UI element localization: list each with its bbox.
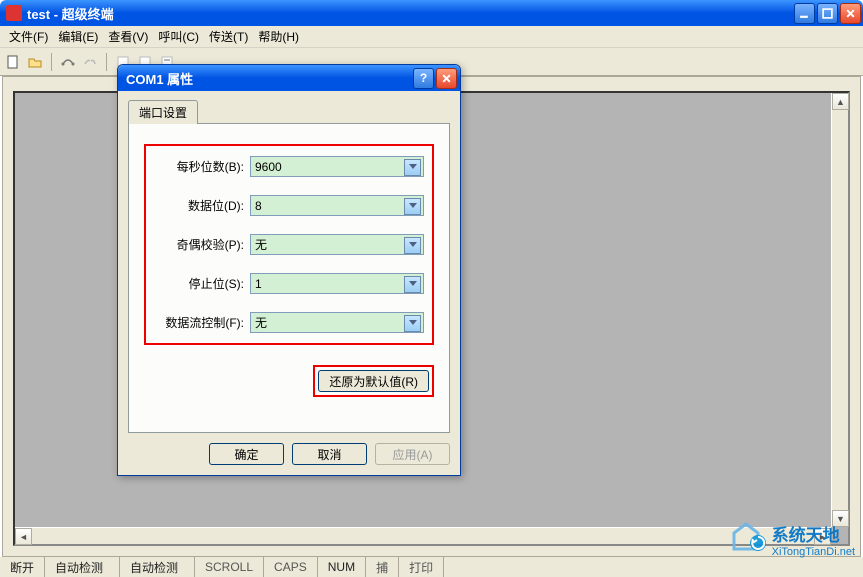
dialog-close-button[interactable] [436, 68, 457, 89]
status-autodetect2: 自动检测 [120, 557, 195, 577]
menu-transfer[interactable]: 传送(T) [205, 26, 252, 47]
status-connection: 断开 [0, 557, 45, 577]
app-icon [6, 5, 22, 21]
window-title: test - 超级终端 [27, 4, 794, 23]
scroll-up-icon[interactable]: ▲ [832, 93, 849, 110]
open-icon[interactable] [27, 54, 43, 70]
dialog-titlebar[interactable]: COM1 属性 ? [118, 65, 460, 91]
minimize-button[interactable] [794, 3, 815, 24]
new-icon[interactable] [5, 54, 21, 70]
dialog-title: COM1 属性 [126, 69, 413, 88]
dropdown-arrow-icon [409, 242, 417, 247]
stopbits-value: 1 [255, 277, 262, 291]
baud-value: 9600 [255, 160, 282, 174]
ok-button[interactable]: 确定 [209, 443, 284, 465]
dropdown-arrow-icon [409, 203, 417, 208]
menu-call[interactable]: 呼叫(C) [154, 26, 203, 47]
scrollbar-horizontal[interactable]: ◄ ► [15, 527, 831, 544]
status-scroll: SCROLL [195, 557, 264, 577]
connect-icon[interactable] [60, 54, 76, 70]
close-button[interactable] [840, 3, 861, 24]
scroll-right-icon[interactable]: ► [814, 528, 831, 545]
flowctrl-label: 数据流控制(F): [154, 314, 244, 331]
com-properties-dialog: COM1 属性 ? 端口设置 每秒位数(B): 9600 数据位(D): 8 奇… [117, 64, 461, 476]
menu-view[interactable]: 查看(V) [104, 26, 152, 47]
status-print: 打印 [399, 557, 444, 577]
apply-button: 应用(A) [375, 443, 450, 465]
dropdown-arrow-icon [409, 281, 417, 286]
dialog-help-button[interactable]: ? [413, 68, 434, 89]
databits-label: 数据位(D): [154, 197, 244, 214]
baud-select[interactable]: 9600 [250, 156, 424, 177]
maximize-button[interactable] [817, 3, 838, 24]
dropdown-arrow-icon [409, 320, 417, 325]
scrollbar-vertical[interactable]: ▲ ▼ [831, 93, 848, 527]
dropdown-arrow-icon [409, 164, 417, 169]
status-capture: 捕 [366, 557, 399, 577]
menu-file[interactable]: 文件(F) [5, 26, 52, 47]
restore-highlight-box: 还原为默认值(R) [313, 365, 434, 397]
tab-port-settings[interactable]: 端口设置 [128, 100, 198, 124]
databits-value: 8 [255, 199, 262, 213]
menu-edit[interactable]: 编辑(E) [54, 26, 102, 47]
parity-select[interactable]: 无 [250, 234, 424, 255]
main-window-titlebar: test - 超级终端 [0, 0, 863, 26]
settings-highlight-box: 每秒位数(B): 9600 数据位(D): 8 奇偶校验(P): 无 停止位(S… [144, 144, 434, 345]
cancel-button[interactable]: 取消 [292, 443, 367, 465]
stopbits-label: 停止位(S): [154, 275, 244, 292]
tab-panel: 每秒位数(B): 9600 数据位(D): 8 奇偶校验(P): 无 停止位(S… [128, 123, 450, 433]
stopbits-select[interactable]: 1 [250, 273, 424, 294]
flowctrl-select[interactable]: 无 [250, 312, 424, 333]
disconnect-icon[interactable] [82, 54, 98, 70]
parity-value: 无 [255, 236, 267, 253]
status-bar: 断开 自动检测 自动检测 SCROLL CAPS NUM 捕 打印 [0, 557, 863, 577]
scroll-left-icon[interactable]: ◄ [15, 528, 32, 545]
scroll-down-icon[interactable]: ▼ [832, 510, 849, 527]
status-autodetect1: 自动检测 [45, 557, 120, 577]
menu-bar: 文件(F) 编辑(E) 查看(V) 呼叫(C) 传送(T) 帮助(H) [0, 26, 863, 48]
parity-label: 奇偶校验(P): [154, 236, 244, 253]
status-num: NUM [318, 557, 366, 577]
baud-label: 每秒位数(B): [154, 158, 244, 175]
status-caps: CAPS [264, 557, 318, 577]
menu-help[interactable]: 帮助(H) [254, 26, 303, 47]
restore-defaults-button[interactable]: 还原为默认值(R) [318, 370, 429, 392]
databits-select[interactable]: 8 [250, 195, 424, 216]
flowctrl-value: 无 [255, 314, 267, 331]
